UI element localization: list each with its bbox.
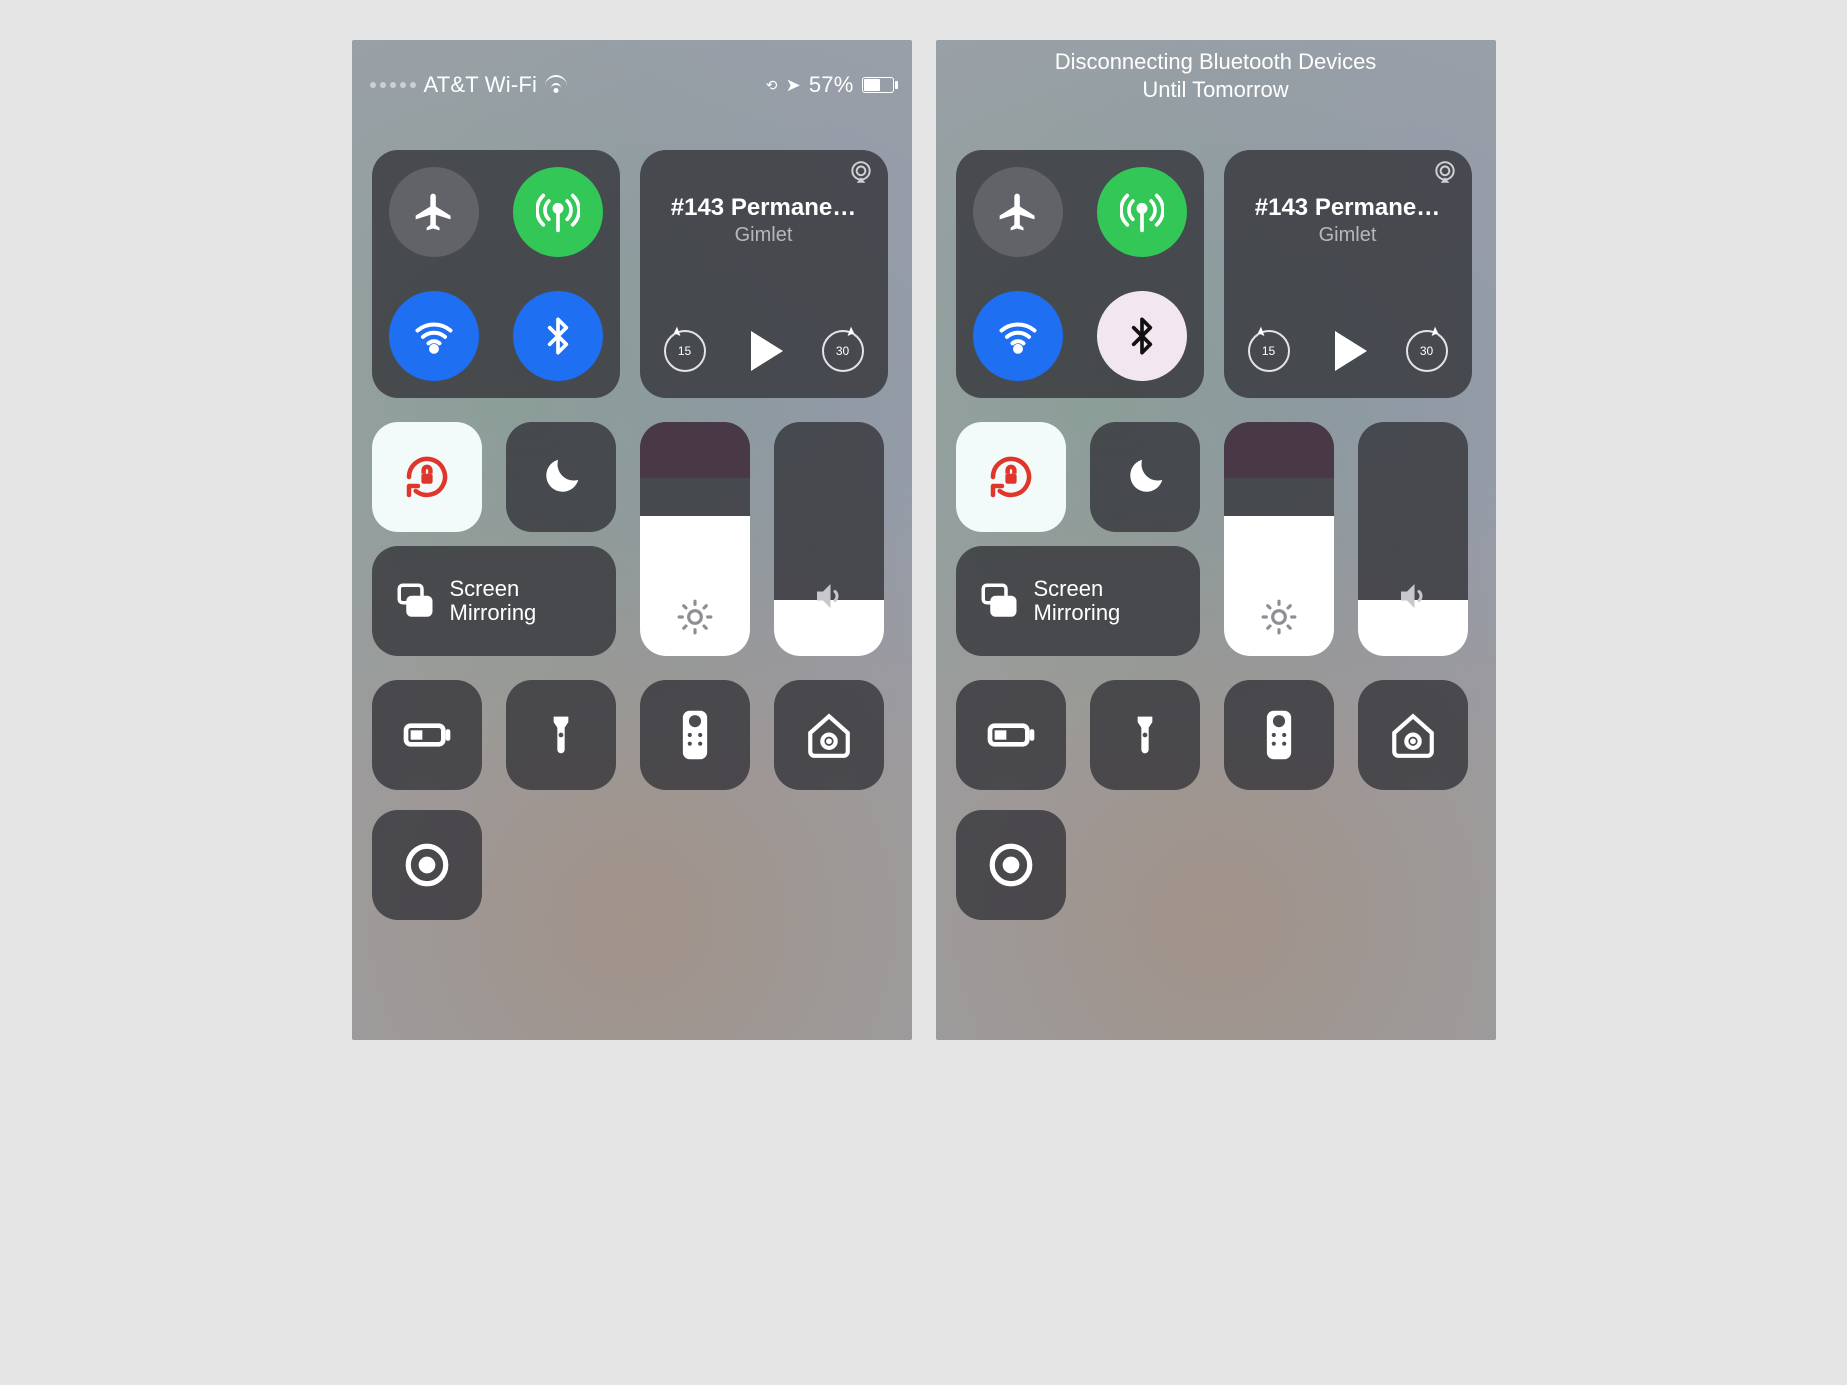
- screen-mirroring-icon: [394, 580, 436, 622]
- screen-mirroring-button[interactable]: Screen Mirroring: [956, 546, 1200, 656]
- volume-slider[interactable]: [774, 422, 884, 656]
- skip-back-seconds: 15: [678, 344, 691, 358]
- screen-mirroring-icon: [978, 580, 1020, 622]
- apple-tv-remote-button[interactable]: [640, 680, 750, 790]
- cellular-data-toggle[interactable]: [1097, 167, 1187, 257]
- play-icon: [751, 331, 783, 371]
- airplane-icon: [412, 190, 456, 234]
- orientation-lock-toggle[interactable]: [956, 422, 1066, 532]
- airplane-icon: [996, 190, 1040, 234]
- skip-forward-button[interactable]: 30: [1406, 330, 1448, 372]
- home-icon: [1388, 710, 1438, 760]
- play-button[interactable]: [745, 331, 783, 371]
- bluetooth-icon: [1122, 316, 1162, 356]
- apple-tv-remote-icon: [1259, 709, 1299, 761]
- battery-low-power-icon: [399, 707, 455, 763]
- apple-tv-remote-button[interactable]: [1224, 680, 1334, 790]
- airplay-icon[interactable]: [848, 160, 874, 186]
- skip-forward-seconds: 30: [1420, 344, 1433, 358]
- status-message-line2: Until Tomorrow: [936, 76, 1496, 104]
- status-bar-left: AT&T Wi-Fi: [370, 72, 568, 98]
- do-not-disturb-toggle[interactable]: [1090, 422, 1200, 532]
- skip-forward-button[interactable]: 30: [822, 330, 864, 372]
- airplane-mode-toggle[interactable]: [973, 167, 1063, 257]
- screen-mirroring-label: Screen Mirroring: [1034, 577, 1121, 625]
- orientation-lock-icon: [400, 450, 454, 504]
- phone-left: AT&T Wi-Fi ⟲ ➤ 57%: [352, 40, 912, 1040]
- orientation-lock-status-icon: ⟲: [766, 77, 778, 94]
- wifi-icon: [412, 314, 456, 358]
- connectivity-cluster: [956, 150, 1204, 398]
- do-not-disturb-toggle[interactable]: [506, 422, 616, 532]
- media-title: #143 Permane…: [1242, 194, 1454, 222]
- battery-icon: [862, 77, 894, 93]
- screen-record-icon: [402, 840, 452, 890]
- control-center: #143 Permane… Gimlet 15 30 Screen Mirror…: [372, 150, 892, 1020]
- comparison-stage: AT&T Wi-Fi ⟲ ➤ 57%: [0, 0, 1847, 1385]
- moon-icon: [538, 454, 584, 500]
- flashlight-toggle[interactable]: [506, 680, 616, 790]
- flashlight-toggle[interactable]: [1090, 680, 1200, 790]
- sun-icon: [1260, 598, 1298, 636]
- volume-slider[interactable]: [1358, 422, 1468, 656]
- airplay-icon[interactable]: [1432, 160, 1458, 186]
- flashlight-icon: [539, 713, 583, 757]
- brightness-slider[interactable]: [1224, 422, 1334, 656]
- low-power-mode-toggle[interactable]: [956, 680, 1066, 790]
- screen-record-icon: [986, 840, 1036, 890]
- bluetooth-toggle[interactable]: [1097, 291, 1187, 381]
- skip-back-seconds: 15: [1262, 344, 1275, 358]
- brightness-slider[interactable]: [640, 422, 750, 656]
- status-bar: AT&T Wi-Fi ⟲ ➤ 57%: [352, 40, 912, 130]
- connectivity-cluster: [372, 150, 620, 398]
- cellular-data-toggle[interactable]: [513, 167, 603, 257]
- media-controls-tile[interactable]: #143 Permane… Gimlet 15 30: [1224, 150, 1472, 398]
- speaker-icon: [811, 578, 847, 614]
- bluetooth-toggle[interactable]: [513, 291, 603, 381]
- media-controls-tile[interactable]: #143 Permane… Gimlet 15 30: [640, 150, 888, 398]
- location-status-icon: ➤: [786, 75, 801, 96]
- skip-back-button[interactable]: 15: [1248, 330, 1290, 372]
- control-center: #143 Permane… Gimlet 15 30 Screen Mirror…: [956, 150, 1476, 1020]
- media-subtitle: Gimlet: [735, 224, 793, 247]
- play-button[interactable]: [1329, 331, 1367, 371]
- play-icon: [1335, 331, 1367, 371]
- apple-tv-remote-icon: [675, 709, 715, 761]
- screen-record-button[interactable]: [956, 810, 1066, 920]
- speaker-icon: [1395, 578, 1431, 614]
- screen-mirroring-button[interactable]: Screen Mirroring: [372, 546, 616, 656]
- signal-strength-icon: [370, 82, 416, 88]
- cellular-antenna-icon: [536, 190, 580, 234]
- home-button[interactable]: [774, 680, 884, 790]
- wifi-status-icon: [545, 77, 567, 93]
- skip-forward-seconds: 30: [836, 344, 849, 358]
- carrier-label: AT&T Wi-Fi: [424, 72, 538, 98]
- wifi-toggle[interactable]: [973, 291, 1063, 381]
- status-bar-right: ⟲ ➤ 57%: [766, 72, 894, 98]
- media-subtitle: Gimlet: [1319, 224, 1377, 247]
- low-power-mode-toggle[interactable]: [372, 680, 482, 790]
- battery-low-power-icon: [983, 707, 1039, 763]
- airplane-mode-toggle[interactable]: [389, 167, 479, 257]
- phone-right: Disconnecting Bluetooth Devices Until To…: [936, 40, 1496, 1040]
- cellular-antenna-icon: [1120, 190, 1164, 234]
- status-message: Disconnecting Bluetooth Devices Until To…: [936, 48, 1496, 103]
- moon-icon: [1122, 454, 1168, 500]
- status-message-line1: Disconnecting Bluetooth Devices: [936, 48, 1496, 76]
- flashlight-icon: [1123, 713, 1167, 757]
- media-title: #143 Permane…: [658, 194, 870, 222]
- skip-back-button[interactable]: 15: [664, 330, 706, 372]
- battery-percent-label: 57%: [809, 72, 854, 98]
- wifi-icon: [996, 314, 1040, 358]
- sun-icon: [676, 598, 714, 636]
- home-icon: [804, 710, 854, 760]
- home-button[interactable]: [1358, 680, 1468, 790]
- wifi-toggle[interactable]: [389, 291, 479, 381]
- orientation-lock-icon: [984, 450, 1038, 504]
- screen-record-button[interactable]: [372, 810, 482, 920]
- screen-mirroring-label: Screen Mirroring: [450, 577, 537, 625]
- bluetooth-icon: [538, 316, 578, 356]
- orientation-lock-toggle[interactable]: [372, 422, 482, 532]
